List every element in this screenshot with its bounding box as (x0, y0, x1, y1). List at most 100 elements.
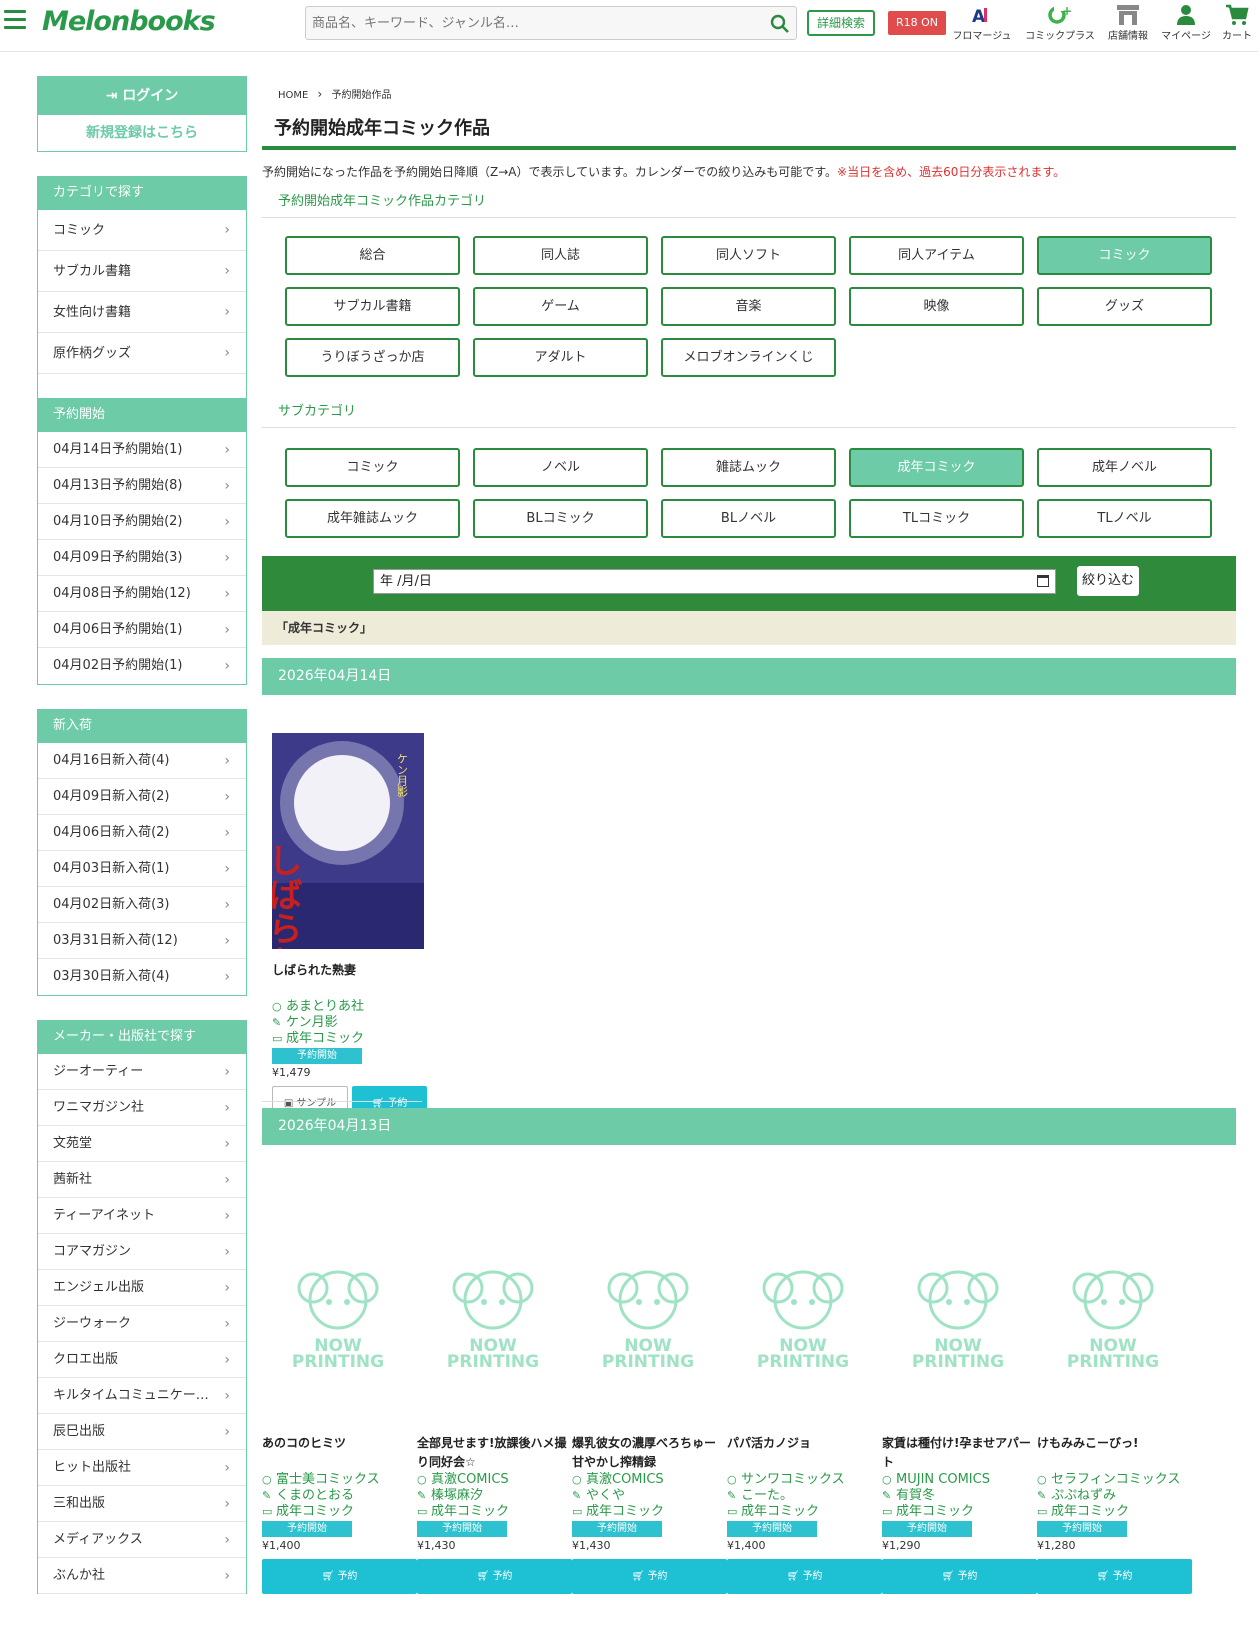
product-author[interactable]: ✎ やくや (572, 1488, 727, 1504)
subcategory-button[interactable]: ノベル (473, 448, 648, 487)
sidebar-item-maker[interactable]: 文苑堂 › (38, 1126, 246, 1162)
advanced-search-button[interactable]: 詳細検索 (807, 10, 876, 36)
category-button[interactable]: 同人ソフト (661, 236, 836, 275)
subcategory-button[interactable]: 成年雑誌ムック (285, 499, 460, 538)
sidebar-item-preorder[interactable]: 04月09日予約開始(3) › (38, 540, 246, 576)
sidebar-item-category[interactable]: 女性向け書籍 › (38, 292, 246, 333)
product-circle[interactable]: ○ 真激COMICS (417, 1472, 572, 1488)
sidebar-item-maker[interactable]: ジーオーティー › (38, 1054, 246, 1090)
category-button[interactable]: グッズ (1037, 287, 1212, 326)
product-title[interactable]: けもみみこーびっ! (1037, 1434, 1192, 1472)
sidebar-item-maker[interactable]: ワニマガジン社 › (38, 1090, 246, 1126)
nav-comic-plus[interactable]: + コミックプラス (1022, 0, 1098, 50)
product-circle[interactable]: ○ セラフィンコミックス (1037, 1472, 1192, 1488)
category-button[interactable]: 音楽 (661, 287, 836, 326)
r18-toggle-button[interactable]: R18 ON (888, 11, 947, 35)
sidebar-item-category[interactable]: サブカル書籍 › (38, 251, 246, 292)
category-button[interactable]: アダルト (473, 338, 648, 377)
sidebar-item-preorder[interactable]: 04月08日予約開始(12) › (38, 576, 246, 612)
sidebar-item-maker[interactable]: ヒット出版社 › (38, 1450, 246, 1486)
sidebar-item-maker[interactable]: コアマガジン › (38, 1234, 246, 1270)
nav-cart[interactable]: カート (1218, 0, 1256, 50)
login-button[interactable]: ⇥ ログイン (38, 77, 246, 115)
nav-store[interactable]: 店舗情報 (1104, 0, 1152, 50)
sidebar-item-maker[interactable]: 茜新社 › (38, 1162, 246, 1198)
reserve-button[interactable]: 🛒︎ 予約 (727, 1559, 882, 1594)
product-genre[interactable]: ▭ 成年コミック (727, 1504, 882, 1520)
sidebar-item-maker[interactable]: ジーウォーク › (38, 1306, 246, 1342)
product-genre[interactable]: ▭ 成年コミック (272, 1031, 427, 1047)
sidebar-item-maker[interactable]: ティーアイネット › (38, 1198, 246, 1234)
product-genre[interactable]: ▭ 成年コミック (572, 1504, 727, 1520)
product-genre[interactable]: ▭ 成年コミック (882, 1504, 1037, 1520)
subcategory-button-active[interactable]: 成年コミック (849, 448, 1024, 487)
date-input[interactable]: 年 /月/日 (373, 569, 1056, 594)
now-printing-image[interactable]: NOW PRINTING (882, 1206, 1034, 1422)
category-button[interactable]: うりぼうざっか店 (285, 338, 460, 377)
sidebar-item-preorder[interactable]: 04月02日予約開始(1) › (38, 648, 246, 684)
sidebar-item-preorder[interactable]: 04月06日予約開始(1) › (38, 612, 246, 648)
subcategory-button[interactable]: BLコミック (473, 499, 648, 538)
product-circle[interactable]: ○ あまとりあ社 (272, 999, 427, 1015)
reserve-button[interactable]: 🛒︎ 予約 (417, 1559, 572, 1594)
category-button-active[interactable]: コミック (1037, 236, 1212, 275)
reserve-button[interactable]: 🛒︎ 予約 (882, 1559, 1037, 1594)
sidebar-item-category[interactable]: コミック › (38, 210, 246, 251)
product-circle[interactable]: ○ 富士美コミックス (262, 1472, 417, 1488)
now-printing-image[interactable]: NOW PRINTING (1037, 1206, 1189, 1422)
sidebar-item-arrival[interactable]: 04月16日新入荷(4) › (38, 743, 246, 779)
product-circle[interactable]: ○ 真激COMICS (572, 1472, 727, 1488)
product-cover[interactable]: しばられた熟妻 ケン月影 (272, 733, 424, 949)
sidebar-item-preorder[interactable]: 04月14日予約開始(1) › (38, 432, 246, 468)
category-button[interactable]: ゲーム (473, 287, 648, 326)
subcategory-button[interactable]: TLノベル (1037, 499, 1212, 538)
nav-fromage[interactable]: A フロマージュ (950, 0, 1014, 50)
product-title[interactable]: あのコのヒミツ (262, 1434, 417, 1472)
sidebar-item-maker[interactable]: 辰巳出版 › (38, 1414, 246, 1450)
sidebar-item-preorder[interactable]: 04月13日予約開始(8) › (38, 468, 246, 504)
product-title[interactable]: 家賃は種付け!孕ませアパート (882, 1434, 1037, 1472)
sidebar-item-maker[interactable]: 三和出版 › (38, 1486, 246, 1522)
sidebar-item-maker[interactable]: キルタイムコミュニケー… › (38, 1378, 246, 1414)
product-circle[interactable]: ○ サンワコミックス (727, 1472, 882, 1488)
sidebar-item-arrival[interactable]: 04月06日新入荷(2) › (38, 815, 246, 851)
sidebar-item-maker[interactable]: メディアックス › (38, 1522, 246, 1558)
calendar-icon[interactable] (1037, 575, 1049, 587)
category-button[interactable]: 総合 (285, 236, 460, 275)
category-button[interactable]: メロブオンラインくじ (661, 338, 836, 377)
breadcrumb-home[interactable]: HOME (278, 90, 308, 101)
sidebar-item-arrival[interactable]: 04月09日新入荷(2) › (38, 779, 246, 815)
sidebar-item-preorder[interactable]: 04月10日予約開始(2) › (38, 504, 246, 540)
product-title[interactable]: パパ活カノジョ (727, 1434, 882, 1472)
subcategory-button[interactable]: TLコミック (849, 499, 1024, 538)
category-button[interactable]: 映像 (849, 287, 1024, 326)
now-printing-image[interactable]: NOW PRINTING (417, 1206, 569, 1422)
subcategory-button[interactable]: 成年ノベル (1037, 448, 1212, 487)
register-link[interactable]: 新規登録はこちら (38, 115, 246, 151)
sidebar-item-maker[interactable]: エンジェル出版 › (38, 1270, 246, 1306)
sidebar-item-category[interactable]: 原作柄グッズ › (38, 333, 246, 374)
category-button[interactable]: サブカル書籍 (285, 287, 460, 326)
search-icon[interactable] (770, 14, 790, 34)
nav-mypage[interactable]: マイページ (1158, 0, 1214, 50)
sidebar-item-maker[interactable]: ぶんか社 › (38, 1558, 246, 1594)
menu-icon[interactable] (4, 10, 26, 32)
subcategory-button[interactable]: 雑誌ムック (661, 448, 836, 487)
product-author[interactable]: ✎ 有賀冬 (882, 1488, 1037, 1504)
subcategory-button[interactable]: BLノベル (661, 499, 836, 538)
product-author[interactable]: ✎ ぷぷねずみ (1037, 1488, 1192, 1504)
reserve-button[interactable]: 🛒︎ 予約 (572, 1559, 727, 1594)
product-genre[interactable]: ▭ 成年コミック (1037, 1504, 1192, 1520)
now-printing-image[interactable]: NOW PRINTING (727, 1206, 879, 1422)
product-circle[interactable]: ○ MUJIN COMICS (882, 1472, 1037, 1488)
reserve-button[interactable]: 🛒︎ 予約 (262, 1559, 417, 1594)
filter-button[interactable]: 絞り込む (1077, 566, 1139, 596)
search-input[interactable] (306, 7, 746, 39)
logo[interactable]: Melonbooks (42, 6, 216, 37)
now-printing-image[interactable]: NOW PRINTING (262, 1206, 414, 1422)
product-title[interactable]: しばられた熟妻 (272, 961, 427, 999)
sidebar-item-maker[interactable]: クロエ出版 › (38, 1342, 246, 1378)
product-title[interactable]: 爆乳彼女の濃厚べろちゅー甘やかし搾精録 (572, 1434, 727, 1472)
sidebar-item-arrival[interactable]: 04月03日新入荷(1) › (38, 851, 246, 887)
category-button[interactable]: 同人アイテム (849, 236, 1024, 275)
